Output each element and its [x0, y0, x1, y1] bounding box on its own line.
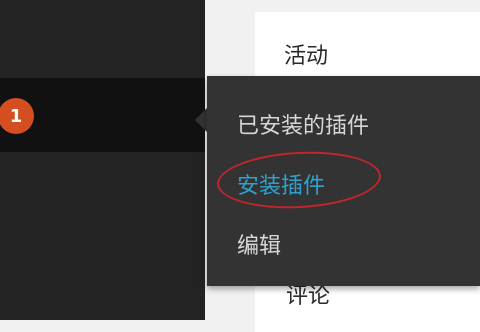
admin-sidebar: [0, 0, 205, 320]
activity-item: 活动: [284, 44, 329, 69]
submenu-editor[interactable]: 编辑: [237, 228, 281, 260]
submenu-pointer: [195, 108, 207, 132]
submenu-installed-plugins[interactable]: 已安装的插件: [237, 108, 369, 140]
